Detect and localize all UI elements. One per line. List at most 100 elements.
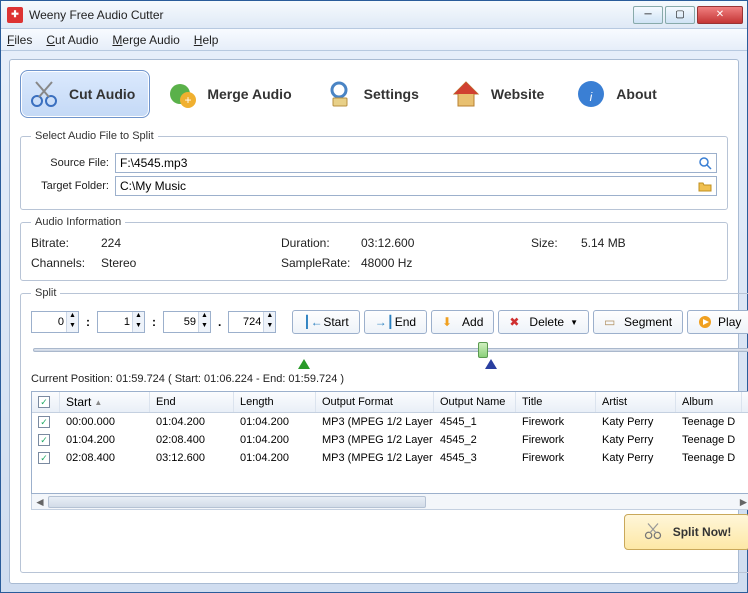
row-checkbox[interactable]: ✓ (38, 452, 50, 464)
header-end[interactable]: End (150, 392, 234, 412)
split-group: Split ▲▼ : ▲▼ : ▲▼ . ▲▼ ┃←Start →┃End ⬇A… (20, 287, 748, 573)
toolbar-website[interactable]: Website (442, 70, 559, 118)
select-file-group: Select Audio File to Split Source File: … (20, 130, 728, 210)
window-title: Weeny Free Audio Cutter (29, 8, 631, 22)
table-row[interactable]: ✓00:00.00001:04.20001:04.200MP3 (MPEG 1/… (32, 413, 748, 431)
row-checkbox[interactable]: ✓ (38, 416, 50, 428)
scroll-thumb[interactable] (48, 496, 426, 508)
header-format[interactable]: Output Format (316, 392, 434, 412)
segment-button[interactable]: ▭Segment (593, 310, 683, 334)
toolbar-cut-audio[interactable]: Cut Audio (20, 70, 150, 118)
position-slider[interactable] (33, 341, 748, 359)
scroll-left-icon[interactable]: ◄ (32, 495, 48, 509)
source-file-label: Source File: (31, 157, 109, 169)
row-checkbox[interactable]: ✓ (38, 434, 50, 446)
time-minutes-spin[interactable]: ▲▼ (97, 311, 145, 333)
delete-x-icon: ✖ (509, 315, 523, 329)
minimize-button[interactable]: ─ (633, 6, 663, 24)
sort-asc-icon: ▲ (94, 398, 102, 407)
titlebar[interactable]: ✚ Weeny Free Audio Cutter ─ ▢ ✕ (1, 1, 747, 29)
cell-length: 01:04.200 (234, 432, 316, 448)
maximize-button[interactable]: ▢ (665, 6, 695, 24)
delete-button[interactable]: ✖Delete▼ (498, 310, 589, 334)
end-button[interactable]: →┃End (364, 310, 427, 334)
spin-arrows[interactable]: ▲▼ (66, 312, 78, 332)
time-minutes-input[interactable] (98, 316, 132, 328)
cell-start: 00:00.000 (60, 414, 150, 430)
duration-label: Duration: (281, 236, 361, 250)
cell-title: Firework (516, 414, 596, 430)
toolbar-merge-audio[interactable]: + Merge Audio (158, 70, 306, 118)
menubar: Files Cut Audio Merge Audio Help (1, 29, 747, 51)
split-now-button[interactable]: Split Now! (624, 514, 748, 550)
header-checkbox[interactable]: ✓ (32, 392, 60, 412)
split-legend: Split (31, 287, 60, 299)
scissors-icon (27, 77, 61, 111)
table-row[interactable]: ✓01:04.20002:08.40001:04.200MP3 (MPEG 1/… (32, 431, 748, 449)
table-row[interactable]: ✓02:08.40003:12.60001:04.200MP3 (MPEG 1/… (32, 449, 748, 467)
cell-end: 02:08.400 (150, 432, 234, 448)
slider-thumb[interactable] (478, 342, 488, 358)
channels-value: Stereo (101, 256, 281, 270)
time-seconds-input[interactable] (164, 316, 198, 328)
cell-end: 03:12.600 (150, 450, 234, 466)
close-button[interactable]: ✕ (697, 6, 743, 24)
menu-cut-audio[interactable]: Cut Audio (46, 33, 98, 47)
table-header: ✓ Start▲ End Length Output Format Output… (32, 392, 748, 413)
play-button[interactable]: Play (687, 310, 748, 334)
header-name[interactable]: Output Name (434, 392, 516, 412)
segment-icon: ▭ (604, 315, 618, 329)
cell-artist: Katy Perry (596, 414, 676, 430)
cell-album: Teenage D (676, 414, 742, 430)
time-ms-spin[interactable]: ▲▼ (228, 311, 276, 333)
toolbar-website-label: Website (491, 86, 544, 102)
header-artist[interactable]: Artist (596, 392, 676, 412)
scroll-right-icon[interactable]: ► (735, 495, 748, 509)
toolbar-about-label: About (616, 86, 656, 102)
source-file-field[interactable]: F:\4545.mp3 (115, 153, 717, 173)
browse-file-icon[interactable] (698, 156, 712, 170)
menu-help[interactable]: Help (194, 33, 219, 47)
bitrate-value: 224 (101, 236, 281, 250)
dropdown-arrow-icon: ▼ (570, 318, 578, 327)
end-marker-icon (485, 359, 497, 369)
add-button[interactable]: ⬇Add (431, 310, 494, 334)
size-value: 5.14 MB (581, 236, 661, 250)
header-start[interactable]: Start▲ (60, 392, 150, 412)
bitrate-label: Bitrate: (31, 236, 101, 250)
cell-artist: Katy Perry (596, 432, 676, 448)
cell-album: Teenage D (676, 450, 742, 466)
time-hours-spin[interactable]: ▲▼ (31, 311, 79, 333)
horizontal-scrollbar[interactable]: ◄ ► (31, 494, 748, 510)
cell-format: MP3 (MPEG 1/2 Layer 3) (316, 414, 434, 430)
cell-title: Firework (516, 432, 596, 448)
cell-start: 01:04.200 (60, 432, 150, 448)
table-body: ✓00:00.00001:04.20001:04.200MP3 (MPEG 1/… (32, 413, 748, 493)
toolbar-about[interactable]: i About (567, 70, 671, 118)
toolbar-cut-label: Cut Audio (69, 86, 135, 102)
time-ms-input[interactable] (229, 316, 263, 328)
time-seconds-spin[interactable]: ▲▼ (163, 311, 211, 333)
start-marker-icon (298, 359, 310, 369)
toolbar-settings[interactable]: Settings (315, 70, 434, 118)
cell-length: 01:04.200 (234, 414, 316, 430)
header-title[interactable]: Title (516, 392, 596, 412)
header-length[interactable]: Length (234, 392, 316, 412)
samplerate-value: 48000 Hz (361, 256, 531, 270)
cell-name: 4545_1 (434, 414, 516, 430)
menu-merge-audio[interactable]: Merge Audio (112, 33, 179, 47)
toolbar-settings-label: Settings (364, 86, 419, 102)
cell-end: 01:04.200 (150, 414, 234, 430)
browse-folder-icon[interactable] (698, 179, 712, 193)
slider-track[interactable] (33, 348, 748, 352)
size-label: Size: (531, 236, 581, 250)
target-folder-field[interactable]: C:\My Music (115, 176, 717, 196)
cell-format: MP3 (MPEG 1/2 Layer 3) (316, 432, 434, 448)
cell-start: 02:08.400 (60, 450, 150, 466)
header-album[interactable]: Album (676, 392, 742, 412)
cell-artist: Katy Perry (596, 450, 676, 466)
menu-files[interactable]: Files (7, 33, 32, 47)
target-folder-value: C:\My Music (120, 179, 186, 193)
time-hours-input[interactable] (32, 316, 66, 328)
start-button[interactable]: ┃←Start (292, 310, 359, 334)
